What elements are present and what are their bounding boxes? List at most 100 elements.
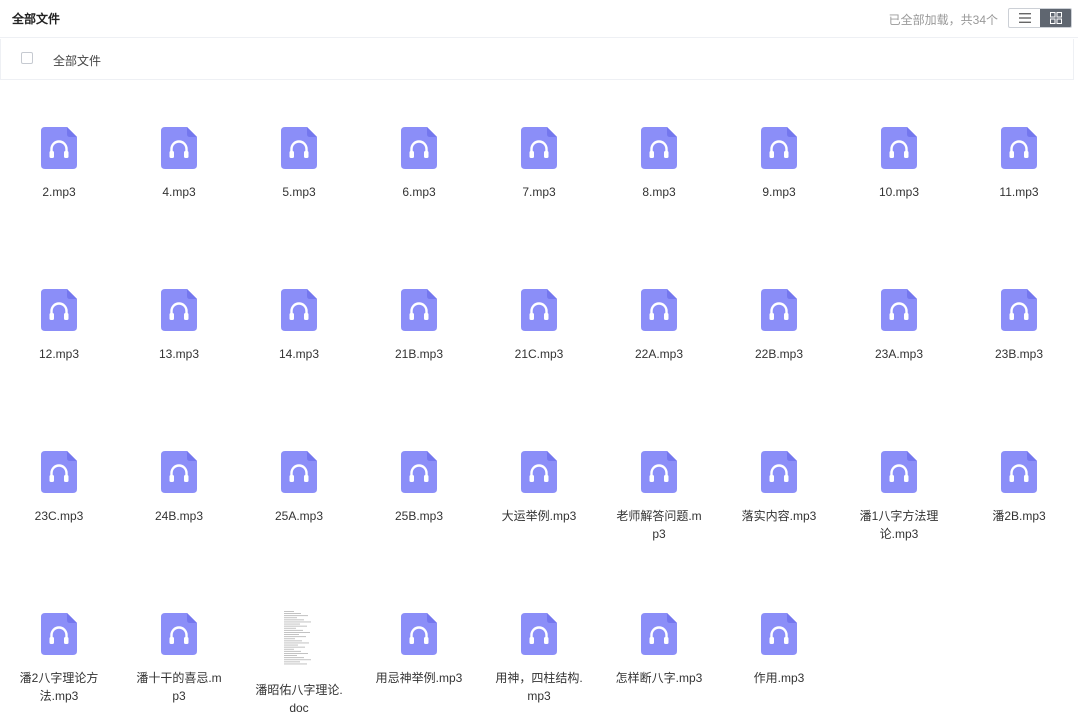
view-switcher bbox=[1008, 8, 1072, 28]
file-item[interactable]: 11.mp3 bbox=[959, 80, 1078, 201]
file-name: 潘1八字方法理论.mp3 bbox=[859, 509, 939, 541]
selection-bar: 全部文件 bbox=[0, 39, 1074, 80]
file-name: 潘2八字理论方法.mp3 bbox=[19, 671, 99, 703]
file-item[interactable]: 22A.mp3 bbox=[599, 242, 719, 363]
file-name: 用神，四柱结构.mp3 bbox=[495, 671, 583, 703]
audio-file-icon bbox=[401, 451, 437, 493]
file-item[interactable]: 作用.mp3 bbox=[719, 566, 839, 687]
audio-file-icon bbox=[521, 289, 557, 331]
audio-file-icon bbox=[1001, 451, 1037, 493]
file-name: 24B.mp3 bbox=[154, 509, 204, 523]
audio-file-icon bbox=[41, 613, 77, 655]
file-name: 21B.mp3 bbox=[394, 347, 444, 361]
audio-file-icon bbox=[1001, 127, 1037, 169]
file-item[interactable]: 21B.mp3 bbox=[359, 242, 479, 363]
file-item[interactable]: 6.mp3 bbox=[359, 80, 479, 201]
audio-file-icon bbox=[401, 127, 437, 169]
file-item[interactable]: 潘2B.mp3 bbox=[959, 404, 1078, 525]
file-item[interactable]: 12.mp3 bbox=[0, 242, 119, 363]
file-item[interactable]: 2.mp3 bbox=[0, 80, 119, 201]
audio-file-icon bbox=[521, 451, 557, 493]
audio-file-icon bbox=[41, 451, 77, 493]
select-all-checkbox[interactable] bbox=[21, 52, 33, 64]
top-bar: 全部文件 已全部加载，共34个 bbox=[0, 0, 1078, 38]
audio-file-icon bbox=[641, 289, 677, 331]
file-item[interactable]: 23A.mp3 bbox=[839, 242, 959, 363]
file-name: 2.mp3 bbox=[42, 185, 76, 199]
audio-file-icon bbox=[641, 613, 677, 655]
file-item[interactable]: 8.mp3 bbox=[599, 80, 719, 201]
audio-file-icon bbox=[761, 127, 797, 169]
file-item[interactable]: 大运举例.mp3 bbox=[479, 404, 599, 525]
audio-file-icon bbox=[41, 289, 77, 331]
load-status: 已全部加载，共34个 bbox=[888, 13, 998, 27]
file-item[interactable]: 潘十干的喜忌.mp3 bbox=[119, 566, 239, 705]
file-item[interactable]: 24B.mp3 bbox=[119, 404, 239, 525]
file-item[interactable]: 5.mp3 bbox=[239, 80, 359, 201]
file-name: 老师解答问题.mp3 bbox=[616, 509, 702, 541]
file-item[interactable]: 用忌神举例.mp3 bbox=[359, 566, 479, 687]
grid-icon bbox=[1049, 12, 1062, 24]
file-item[interactable]: 22B.mp3 bbox=[719, 242, 839, 363]
file-item[interactable]: 4.mp3 bbox=[119, 80, 239, 201]
audio-file-icon bbox=[881, 289, 917, 331]
file-item[interactable]: 潘2八字理论方法.mp3 bbox=[0, 566, 119, 705]
audio-file-icon bbox=[281, 289, 317, 331]
audio-file-icon bbox=[521, 613, 557, 655]
audio-file-icon bbox=[521, 127, 557, 169]
file-item[interactable]: 7.mp3 bbox=[479, 80, 599, 201]
file-name: 7.mp3 bbox=[522, 185, 556, 199]
file-item[interactable]: 13.mp3 bbox=[119, 242, 239, 363]
audio-file-icon bbox=[281, 451, 317, 493]
audio-file-icon bbox=[161, 451, 197, 493]
file-name: 12.mp3 bbox=[38, 347, 80, 361]
audio-file-icon bbox=[1001, 289, 1037, 331]
file-name: 潘昭佑八字理论.doc bbox=[255, 683, 343, 715]
file-item[interactable]: 23B.mp3 bbox=[959, 242, 1078, 363]
file-name: 22B.mp3 bbox=[754, 347, 804, 361]
file-item[interactable]: 潘昭佑八字理论.doc bbox=[239, 566, 359, 717]
file-name: 用忌神举例.mp3 bbox=[375, 671, 463, 685]
list-view-button[interactable] bbox=[1009, 9, 1040, 27]
audio-file-icon bbox=[761, 289, 797, 331]
file-name: 5.mp3 bbox=[282, 185, 316, 199]
file-name: 8.mp3 bbox=[642, 185, 676, 199]
file-item[interactable]: 怎样断八字.mp3 bbox=[599, 566, 719, 687]
file-name: 23A.mp3 bbox=[874, 347, 924, 361]
file-item[interactable]: 老师解答问题.mp3 bbox=[599, 404, 719, 543]
audio-file-icon bbox=[401, 289, 437, 331]
file-item[interactable]: 落实内容.mp3 bbox=[719, 404, 839, 525]
audio-file-icon bbox=[761, 613, 797, 655]
file-item[interactable]: 用神，四柱结构.mp3 bbox=[479, 566, 599, 705]
file-name: 大运举例.mp3 bbox=[501, 509, 577, 523]
file-name: 23B.mp3 bbox=[994, 347, 1044, 361]
file-item[interactable]: 潘1八字方法理论.mp3 bbox=[839, 404, 959, 543]
page-title: 全部文件 bbox=[12, 12, 61, 26]
audio-file-icon bbox=[161, 127, 197, 169]
audio-file-icon bbox=[761, 451, 797, 493]
file-name: 怎样断八字.mp3 bbox=[615, 671, 703, 685]
file-item[interactable]: 23C.mp3 bbox=[0, 404, 119, 525]
file-name: 25B.mp3 bbox=[394, 509, 444, 523]
file-item[interactable]: 10.mp3 bbox=[839, 80, 959, 201]
file-name: 14.mp3 bbox=[278, 347, 320, 361]
file-item[interactable]: 14.mp3 bbox=[239, 242, 359, 363]
grid-view-button[interactable] bbox=[1040, 9, 1071, 27]
list-icon bbox=[1018, 13, 1031, 23]
file-name: 13.mp3 bbox=[158, 347, 200, 361]
file-item[interactable]: 25B.mp3 bbox=[359, 404, 479, 525]
file-name: 6.mp3 bbox=[402, 185, 436, 199]
file-name: 11.mp3 bbox=[999, 185, 1039, 199]
file-item[interactable]: 25A.mp3 bbox=[239, 404, 359, 525]
audio-file-icon bbox=[401, 613, 437, 655]
file-name: 23C.mp3 bbox=[34, 509, 84, 523]
file-name: 4.mp3 bbox=[162, 185, 196, 199]
file-name: 潘2B.mp3 bbox=[992, 509, 1046, 523]
audio-file-icon bbox=[41, 127, 77, 169]
file-name: 潘十干的喜忌.mp3 bbox=[136, 671, 222, 703]
select-all-label: 全部文件 bbox=[53, 54, 102, 68]
file-name: 10.mp3 bbox=[878, 185, 920, 199]
file-item[interactable]: 9.mp3 bbox=[719, 80, 839, 201]
file-item[interactable]: 21C.mp3 bbox=[479, 242, 599, 363]
file-name: 落实内容.mp3 bbox=[741, 509, 817, 523]
